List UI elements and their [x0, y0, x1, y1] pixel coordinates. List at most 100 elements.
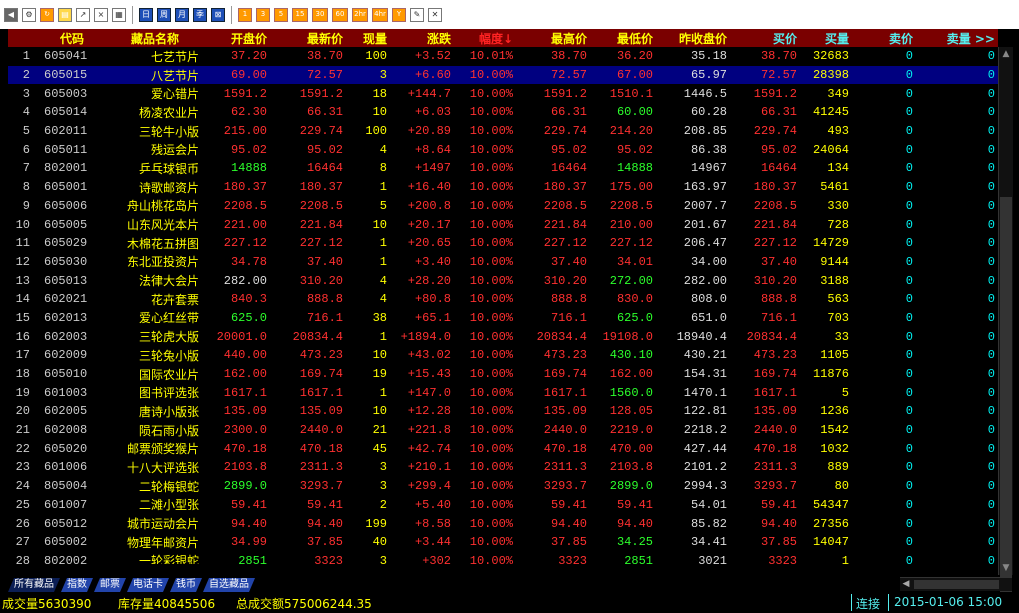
table-row[interactable]: 20 602005 唐诗小版张 135.09 135.09 10 +12.28 10.00% 1…: [8, 402, 998, 421]
day-button[interactable]: 日: [139, 7, 153, 22]
table-row[interactable]: 25 601007 二滩小型张 59.41 59.41 2 +5.40 10.00% 59.41…: [8, 496, 998, 515]
scroll-down-icon[interactable]: ▼: [1000, 561, 1012, 575]
column-header[interactable]: 卖价: [852, 29, 916, 47]
season-button[interactable]: 季: [193, 7, 207, 22]
table-cell: 602003: [44, 329, 88, 344]
column-header[interactable]: 最低价: [590, 29, 656, 47]
tab-0[interactable]: 所有藏品: [8, 578, 60, 592]
table-row[interactable]: 27 605002 物理年邮资片 34.99 37.85 40 +3.44 10.00% 37.…: [8, 533, 998, 552]
column-header[interactable]: 幅度↓: [454, 29, 516, 47]
table-row[interactable]: 4 605014 杨凌农业片 62.30 66.31 10 +6.03 10.00% 66.31…: [8, 103, 998, 122]
table-row[interactable]: 26 605012 城市运动会片 94.40 94.40 199 +8.58 10.00% 94…: [8, 514, 998, 533]
scroll-up-icon[interactable]: ▲: [1000, 47, 1012, 61]
table-cell: 24: [15, 479, 30, 494]
gear-icon[interactable]: ⚙: [22, 7, 36, 22]
table-cell: 840.3: [230, 292, 267, 307]
period-1-button[interactable]: 1: [238, 7, 252, 22]
table-cell: 0: [905, 86, 913, 101]
table-icon[interactable]: ▦: [112, 7, 126, 22]
table-cell: 229.74: [543, 124, 587, 139]
column-header[interactable]: 卖量 >>: [916, 29, 998, 47]
table-row[interactable]: 10 605005 山东风光本片 221.00 221.84 10 +20.17 10.00%…: [8, 215, 998, 234]
table-row[interactable]: 11 605029 木棉花五拼图 227.12 227.12 1 +20.65 10.00% 2…: [8, 234, 998, 253]
column-header[interactable]: 藏品名称: [108, 29, 202, 47]
table-cell: 1: [22, 49, 30, 64]
table-cell: 122.81: [683, 404, 727, 419]
period-2hr-button[interactable]: 2hr: [352, 7, 368, 22]
quote-table: 代码 藏品名称 开盘价 最新价 现量 涨跌 幅度↓ 最高价 最低价 昨收盘价 买价 买量 卖价 卖量 >>…: [8, 29, 998, 564]
table-row[interactable]: 3 605003 爱心错片 1591.2 1591.2 18 +144.7 10.00% 159…: [8, 84, 998, 103]
close-tools-icon[interactable]: ✕: [428, 7, 442, 22]
table-row[interactable]: 16 602003 三轮虎大版 20001.0 20834.4 1 +1894.0 10.00…: [8, 327, 998, 346]
table-cell: 城市运动会片: [126, 517, 199, 532]
table-row[interactable]: 8 605001 诗歌邮资片 180.37 180.37 1 +16.40 10.00% 180…: [8, 178, 998, 197]
period-60-button[interactable]: 60: [332, 7, 348, 22]
table-cell: 221.84: [753, 217, 797, 232]
table-cell: 728: [827, 217, 849, 232]
table-row[interactable]: 5 602011 三轮牛小版 215.00 229.74 100 +20.89 10.00% 2…: [8, 122, 998, 141]
period-4hr-button[interactable]: 4hr: [372, 7, 388, 22]
table-row[interactable]: 12 605030 东北亚投资片 34.78 37.40 1 +3.40 10.00% 37.4…: [8, 253, 998, 272]
horizontal-scrollbar[interactable]: ◀: [900, 577, 1012, 591]
scroll-left-icon[interactable]: ◀: [900, 578, 912, 591]
scroll-thumb[interactable]: [1000, 197, 1012, 592]
tab-2[interactable]: 邮票: [94, 578, 126, 592]
crossed-box-icon[interactable]: ⊠: [211, 7, 225, 22]
table-row[interactable]: 1 605041 七艺节片 37.20 38.70 100 +3.52 10.01% 38.70…: [8, 47, 998, 66]
table-row[interactable]: 14 602021 花卉套票 840.3 888.8 4 +80.8 10.00% 888.8 8…: [8, 290, 998, 309]
column-header[interactable]: 昨收盘价: [656, 29, 730, 47]
draw-icon[interactable]: ✎: [410, 7, 424, 22]
column-header[interactable]: 开盘价: [202, 29, 270, 47]
period-15-button[interactable]: 15: [292, 7, 308, 22]
table-row[interactable]: 2 605015 八艺节片 69.00 72.57 3 +6.60 10.00% 72.57 67…: [8, 65, 998, 85]
week-button[interactable]: 周: [157, 7, 171, 22]
table-row[interactable]: 18 605010 国际农业片 162.00 169.74 19 +15.43 10.00% 1…: [8, 365, 998, 384]
hscroll-thumb[interactable]: [914, 580, 999, 589]
vertical-scrollbar[interactable]: ▲ ▼: [998, 47, 1013, 592]
table-cell: 210.00: [609, 217, 653, 232]
table-cell: 10.00%: [469, 516, 513, 531]
table-row[interactable]: 28 802002 一轮彩银蛇 2851 3323 3 +302 10.00% 3323 2851…: [8, 552, 998, 564]
table-row[interactable]: 19 601003 图书评选张 1617.1 1617.1 1 +147.0 10.00% 16…: [8, 383, 998, 402]
tab-4[interactable]: 钱币: [170, 578, 202, 592]
back-icon[interactable]: ◀: [4, 7, 18, 22]
table-cell: 830.0: [616, 292, 653, 307]
column-header[interactable]: 现量: [346, 29, 390, 47]
table-row[interactable]: 9 605006 舟山桃花岛片 2208.5 2208.5 5 +200.8 10.00% 22…: [8, 197, 998, 216]
tab-5[interactable]: 自选藏品: [203, 578, 255, 592]
table-row[interactable]: 21 602008 陨石雨小版 2300.0 2440.0 21 +221.8 10.00% 2…: [8, 421, 998, 440]
table-row[interactable]: 15 602013 爱心红丝带 625.0 716.1 38 +65.1 10.00% 716.…: [8, 309, 998, 328]
line-chart-icon[interactable]: ↗: [76, 7, 90, 22]
month-button[interactable]: 月: [175, 7, 189, 22]
table-cell: 0: [852, 65, 916, 85]
table-cell: 440.00: [223, 348, 267, 363]
column-header[interactable]: 买量: [800, 29, 852, 47]
table-row[interactable]: 17 602009 三轮兔小版 440.00 473.23 10 +43.02 10.00% 4…: [8, 346, 998, 365]
period-3-button[interactable]: 3: [256, 7, 270, 22]
tab-1[interactable]: 指数: [61, 578, 93, 592]
period-5-button[interactable]: 5: [274, 7, 288, 22]
table-row[interactable]: 24 805004 二轮梅银蛇 2899.0 3293.7 3 +299.4 10.00% 32…: [8, 477, 998, 496]
tab-3[interactable]: 电话卡: [127, 578, 169, 592]
table-row[interactable]: 7 802001 乒乓球银币 14888 16464 8 +1497 10.00% 16464 1…: [8, 159, 998, 178]
column-header[interactable]: [8, 29, 36, 47]
table-row[interactable]: 23 601006 十八大评选张 2103.8 2311.3 3 +210.1 10.00% 2…: [8, 458, 998, 477]
column-header[interactable]: 涨跌: [390, 29, 454, 47]
column-header[interactable]: 最高价: [516, 29, 590, 47]
table-cell: 诗歌邮资片: [138, 180, 199, 195]
column-header[interactable]: 买价: [730, 29, 800, 47]
column-header[interactable]: 最新价: [270, 29, 346, 47]
period-30-button[interactable]: 30: [312, 7, 328, 22]
x-chart-icon[interactable]: ⨯: [94, 7, 108, 22]
table-cell: 1: [379, 236, 387, 251]
column-header[interactable]: 代码: [36, 29, 108, 47]
clipboard-icon[interactable]: ▤: [58, 7, 72, 22]
table-row[interactable]: 22 605020 邮票颁奖猴片 470.18 470.18 45 +42.74 10.00%…: [8, 439, 998, 458]
table-cell: 3: [22, 86, 30, 101]
table-cell: 14: [15, 292, 30, 307]
table-cell: 10: [15, 217, 30, 232]
refresh-icon[interactable]: ↻: [40, 7, 54, 22]
table-row[interactable]: 6 605011 残运会片 95.02 95.02 4 +8.64 10.00% 95.02 95…: [8, 140, 998, 159]
period-y-button[interactable]: Y: [392, 7, 406, 22]
table-row[interactable]: 13 605013 法律大会片 282.00 310.20 4 +28.20 10.00% 31…: [8, 271, 998, 290]
